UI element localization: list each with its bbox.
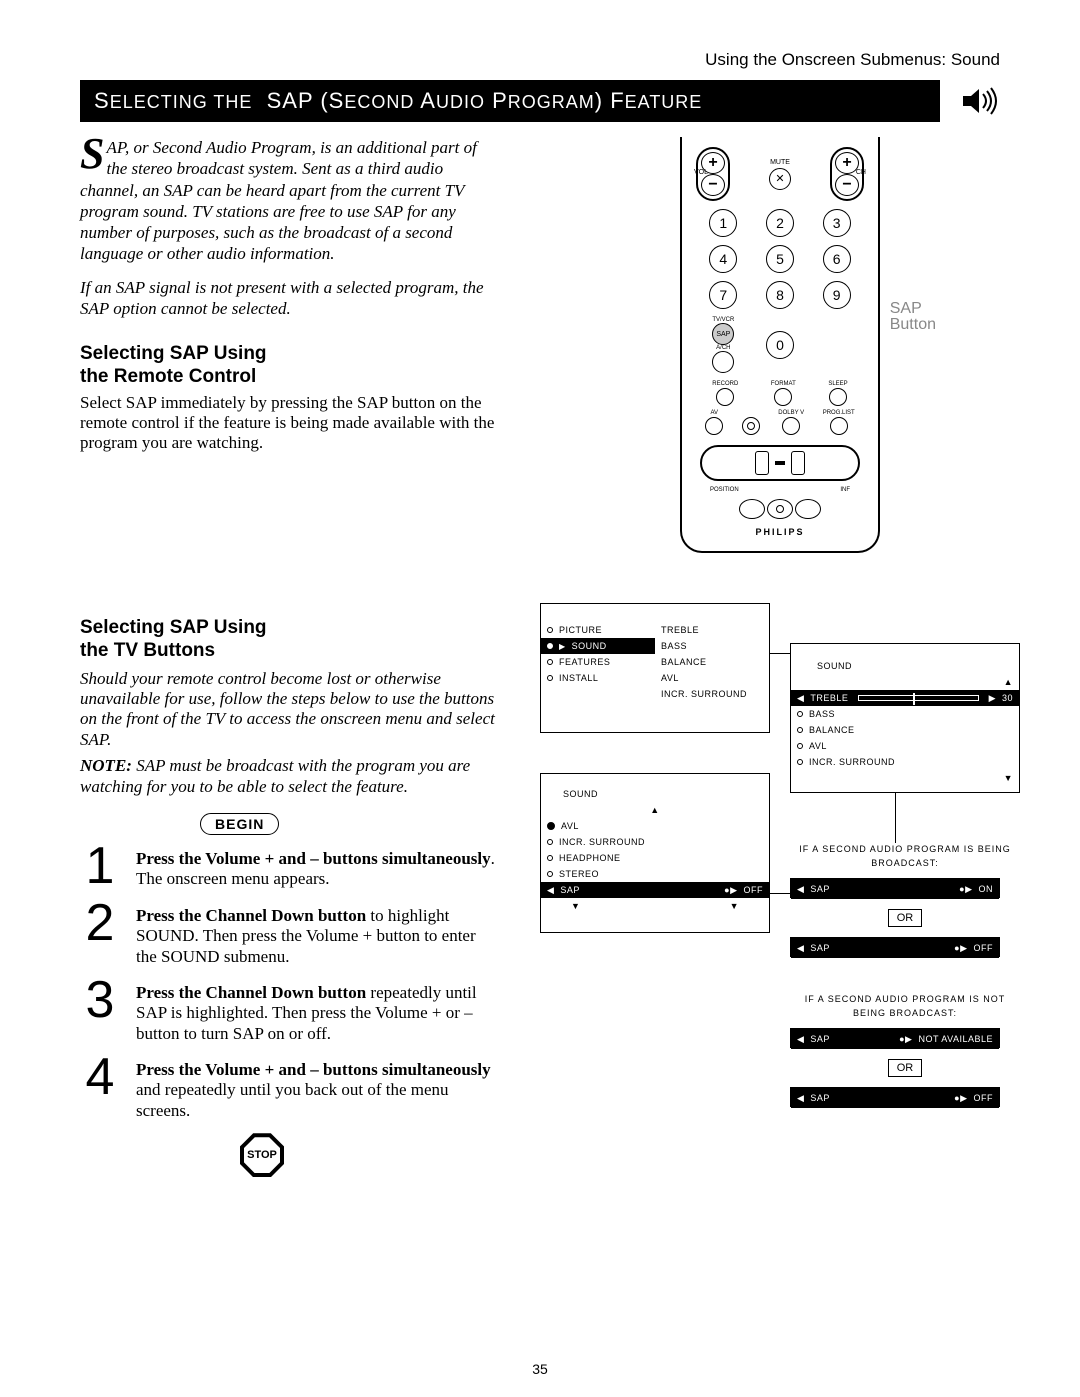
dolby-label: DOLBY V [778,410,804,416]
page-number: 35 [0,1361,1080,1377]
step-number: 2 [80,902,120,944]
broadcast-yes: IF A SECOND AUDIO PROGRAM IS BEING BROAD… [790,843,1020,957]
record-button[interactable] [716,388,734,406]
position-label: POSITION [710,487,739,493]
sleep-button[interactable] [829,388,847,406]
sound-icon [960,81,1000,121]
breadcrumb: Using the Onscreen Submenus: Sound [80,50,1000,70]
remote-control-diagram: VOL +− MUTE ✕ CH +− 1 2 3 4 5 6 7 8 9 [680,137,880,553]
pos-left[interactable] [739,499,765,519]
sleep-label: SLEEP [828,381,847,387]
intro-paragraph-2: If an SAP signal is not present with a s… [80,277,500,320]
key-5[interactable]: 5 [766,245,794,273]
key-9[interactable]: 9 [823,281,851,309]
step-number: 4 [80,1056,120,1098]
mute-button[interactable]: ✕ [769,168,791,190]
tv-heading: Selecting SAP Usingthe TV Buttons [80,617,500,663]
osd-treble: SOUND ▲ ◀TREBLE▶30 BASS BALANCE AVL INCR… [790,643,1020,793]
pad-right[interactable] [791,451,805,475]
ach-button[interactable] [712,351,734,373]
key-0[interactable]: 0 [766,331,794,359]
step-number: 3 [80,979,120,1021]
remote-heading: Selecting SAP Usingthe Remote Control [80,343,500,389]
pos-right[interactable] [795,499,821,519]
remote-body: Select SAP immediately by pressing the S… [80,393,500,454]
tv-body: Should your remote control become lost o… [80,669,500,751]
format-label: FORMAT [771,381,796,387]
ch-label: CH [856,169,866,176]
intro-paragraph: SAP, or Second Audio Program, is an addi… [80,137,500,265]
keypad: 1 2 3 4 5 6 7 8 9 TV/VCR SAP A/CH 0 [704,209,856,373]
begin-badge: BEGIN [200,813,279,835]
osd-main: PICTURE ▶SOUND FEATURES INSTALL TREBLE B… [540,603,770,733]
proglist-button[interactable] [830,417,848,435]
step-1: 1 Press the Volume + and – buttons simul… [80,845,500,890]
key-4[interactable]: 4 [709,245,737,273]
sap-callout: SAPButton [890,301,936,333]
tv-note: NOTE: SAP must be broadcast with the pro… [80,756,500,797]
mute-label: MUTE [770,159,790,166]
format-button[interactable] [774,388,792,406]
vol-label: VOL [694,169,708,176]
osd-diagrams: PICTURE ▶SOUND FEATURES INSTALL TREBLE B… [540,593,1000,1177]
key-1[interactable]: 1 [709,209,737,237]
center-button[interactable] [742,417,760,435]
step-number: 1 [80,845,120,887]
key-7[interactable]: 7 [709,281,737,309]
record-label: RECORD [712,381,738,387]
brand-label: PHILIPS [696,527,864,537]
dolby-button[interactable] [782,417,800,435]
proglist-label: PROG.LIST [823,410,855,416]
page-title: SELECTING THE SAP (SECOND AUDIO PROGRAM)… [80,80,940,122]
av-button[interactable] [705,417,723,435]
title-text: SELECTING THE SAP (SECOND AUDIO PROGRAM)… [94,88,702,113]
pos-mid[interactable] [767,499,793,519]
key-2[interactable]: 2 [766,209,794,237]
key-8[interactable]: 8 [766,281,794,309]
osd-sound-sub: SOUND ▲ AVL INCR. SURROUND HEADPHONE STE… [540,773,770,933]
transport-base [700,445,860,481]
stop-badge: STOP [240,1133,284,1177]
key-3[interactable]: 3 [823,209,851,237]
or-label: OR [888,909,923,927]
step-3: 3 Press the Channel Down button repeated… [80,979,500,1044]
sap-button-hi[interactable]: SAP [712,323,734,345]
intro-text: AP, or Second Audio Program, is an addit… [80,138,477,263]
dropcap: S [80,137,104,171]
or-label-2: OR [888,1059,923,1077]
broadcast-no: IF A SECOND AUDIO PROGRAM IS NOT BEING B… [790,993,1020,1107]
inf-label: INF [840,487,850,493]
av-label: AV [705,410,723,416]
step-4: 4 Press the Volume + and – buttons simul… [80,1056,500,1121]
pad-left[interactable] [755,451,769,475]
step-2: 2 Press the Channel Down button to highl… [80,902,500,967]
key-6[interactable]: 6 [823,245,851,273]
